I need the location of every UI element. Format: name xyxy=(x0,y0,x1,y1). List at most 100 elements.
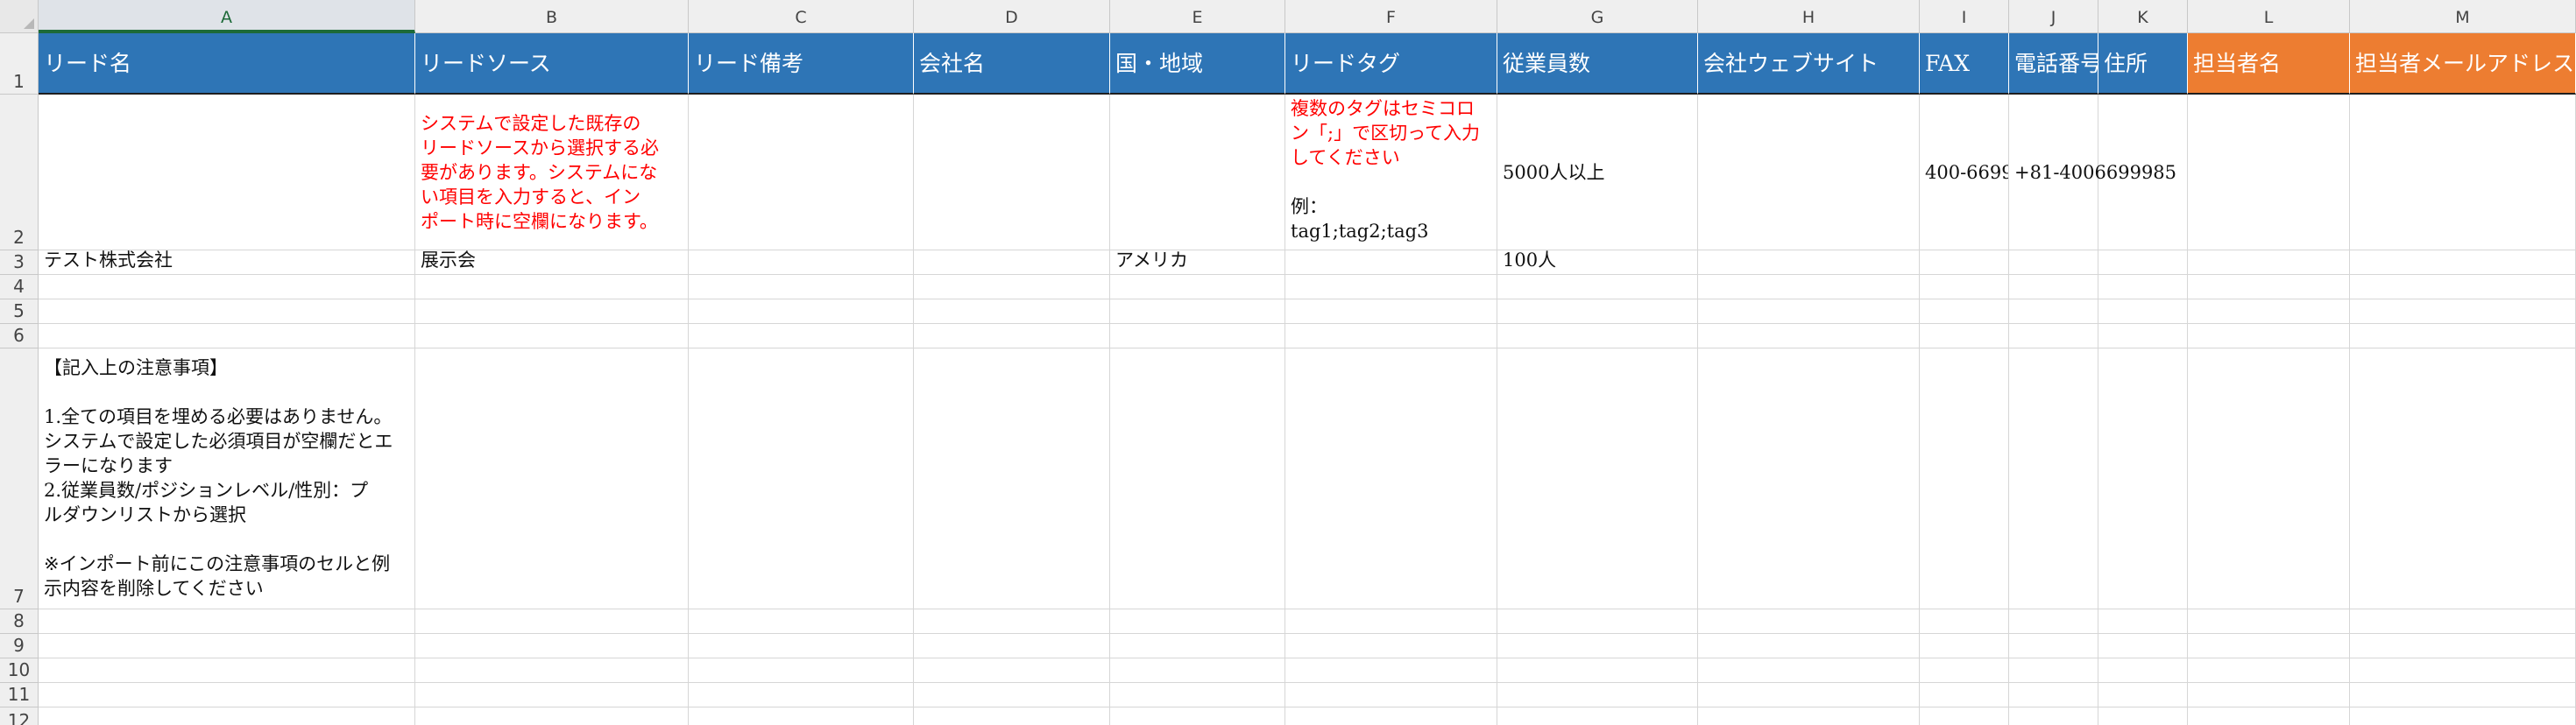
cell-h4[interactable] xyxy=(1698,275,1920,299)
cell-h12[interactable] xyxy=(1698,707,1920,725)
cell-e7[interactable] xyxy=(1110,348,1285,609)
row-header-6[interactable]: 6 xyxy=(0,324,39,348)
cell-a5[interactable] xyxy=(39,299,415,324)
cell-i6[interactable] xyxy=(1920,324,2009,348)
cell-k12[interactable] xyxy=(2098,707,2188,725)
cell-l3[interactable] xyxy=(2188,250,2350,275)
cell-c9[interactable] xyxy=(689,634,914,658)
cell-i10[interactable] xyxy=(1920,658,2009,683)
column-header-b[interactable]: B xyxy=(415,0,689,33)
header-cell-b[interactable]: リードソース xyxy=(415,33,689,95)
column-header-j[interactable]: J xyxy=(2009,0,2098,33)
cell-l2[interactable] xyxy=(2188,95,2350,250)
cell-m6[interactable] xyxy=(2350,324,2576,348)
cell-a10[interactable] xyxy=(39,658,415,683)
cell-b12[interactable] xyxy=(415,707,689,725)
cell-h10[interactable] xyxy=(1698,658,1920,683)
cell-f5[interactable] xyxy=(1285,299,1497,324)
cell-b11[interactable] xyxy=(415,683,689,707)
cell-l4[interactable] xyxy=(2188,275,2350,299)
cell-a12[interactable] xyxy=(39,707,415,725)
header-cell-c[interactable]: リード備考 xyxy=(689,33,914,95)
cell-f10[interactable] xyxy=(1285,658,1497,683)
cell-g8[interactable] xyxy=(1497,609,1698,634)
cell-i11[interactable] xyxy=(1920,683,2009,707)
cell-c6[interactable] xyxy=(689,324,914,348)
cell-e11[interactable] xyxy=(1110,683,1285,707)
column-header-i[interactable]: I xyxy=(1920,0,2009,33)
header-cell-i[interactable]: FAX xyxy=(1920,33,2009,95)
row-header-7[interactable]: 7 xyxy=(0,348,39,609)
cell-m2[interactable] xyxy=(2350,95,2576,250)
cell-d5[interactable] xyxy=(914,299,1110,324)
cell-m3[interactable] xyxy=(2350,250,2576,275)
cell-l8[interactable] xyxy=(2188,609,2350,634)
cell-e8[interactable] xyxy=(1110,609,1285,634)
cell-a8[interactable] xyxy=(39,609,415,634)
cell-h2[interactable] xyxy=(1698,95,1920,250)
cell-k11[interactable] xyxy=(2098,683,2188,707)
cell-i12[interactable] xyxy=(1920,707,2009,725)
cell-b5[interactable] xyxy=(415,299,689,324)
column-header-f[interactable]: F xyxy=(1285,0,1497,33)
cell-e12[interactable] xyxy=(1110,707,1285,725)
cell-h7[interactable] xyxy=(1698,348,1920,609)
cell-k10[interactable] xyxy=(2098,658,2188,683)
cell-a2[interactable] xyxy=(39,95,415,250)
import-notes-cell[interactable]: 【記入上の注意事項】 1.全ての項目を埋める必要はありません。 システムで設定し… xyxy=(39,348,415,609)
cell-b6[interactable] xyxy=(415,324,689,348)
cell-e4[interactable] xyxy=(1110,275,1285,299)
lead-tag-example-cell[interactable]: 複数のタグはセミコロ ン「;」で区切って入力 してください 例： tag1;tag… xyxy=(1285,95,1497,250)
header-cell-d[interactable]: 会社名 xyxy=(914,33,1110,95)
cell-c2[interactable] xyxy=(689,95,914,250)
cell-c12[interactable] xyxy=(689,707,914,725)
cell-h5[interactable] xyxy=(1698,299,1920,324)
column-header-m[interactable]: M xyxy=(2350,0,2576,33)
cell-c10[interactable] xyxy=(689,658,914,683)
header-cell-h[interactable]: 会社ウェブサイト xyxy=(1698,33,1920,95)
cell-l9[interactable] xyxy=(2188,634,2350,658)
lead-source-example-cell[interactable]: システムで設定した既存の リードソースから選択する必 要があります。システムにな… xyxy=(415,95,689,250)
header-cell-g[interactable]: 従業員数 xyxy=(1497,33,1698,95)
cell-m11[interactable] xyxy=(2350,683,2576,707)
column-header-e[interactable]: E xyxy=(1110,0,1285,33)
cell-l12[interactable] xyxy=(2188,707,2350,725)
cell-m4[interactable] xyxy=(2350,275,2576,299)
cell-j12[interactable] xyxy=(2009,707,2098,725)
column-header-c[interactable]: C xyxy=(689,0,914,33)
row-header-10[interactable]: 10 xyxy=(0,658,39,683)
cell-b4[interactable] xyxy=(415,275,689,299)
cell-d11[interactable] xyxy=(914,683,1110,707)
row-header-4[interactable]: 4 xyxy=(0,275,39,299)
cell-d9[interactable] xyxy=(914,634,1110,658)
header-cell-l[interactable]: 担当者名 xyxy=(2188,33,2350,95)
cell-b10[interactable] xyxy=(415,658,689,683)
cell-b7[interactable] xyxy=(415,348,689,609)
cell-m5[interactable] xyxy=(2350,299,2576,324)
row-header-12[interactable]: 12 xyxy=(0,707,39,725)
cell-f11[interactable] xyxy=(1285,683,1497,707)
cell-b3[interactable]: 展示会 xyxy=(415,250,689,275)
cell-e10[interactable] xyxy=(1110,658,1285,683)
cell-c5[interactable] xyxy=(689,299,914,324)
cell-k5[interactable] xyxy=(2098,299,2188,324)
column-header-g[interactable]: G xyxy=(1497,0,1698,33)
cell-k6[interactable] xyxy=(2098,324,2188,348)
cell-k3[interactable] xyxy=(2098,250,2188,275)
cell-i7[interactable] xyxy=(1920,348,2009,609)
column-header-l[interactable]: L xyxy=(2188,0,2350,33)
cell-d2[interactable] xyxy=(914,95,1110,250)
cell-f7[interactable] xyxy=(1285,348,1497,609)
cell-g11[interactable] xyxy=(1497,683,1698,707)
cell-i8[interactable] xyxy=(1920,609,2009,634)
cell-d10[interactable] xyxy=(914,658,1110,683)
cell-g12[interactable] xyxy=(1497,707,1698,725)
cell-e3[interactable]: アメリカ xyxy=(1110,250,1285,275)
cell-g4[interactable] xyxy=(1497,275,1698,299)
cell-d7[interactable] xyxy=(914,348,1110,609)
cell-g9[interactable] xyxy=(1497,634,1698,658)
cell-d4[interactable] xyxy=(914,275,1110,299)
row-header-9[interactable]: 9 xyxy=(0,634,39,658)
cell-a3[interactable]: テスト株式会社 xyxy=(39,250,415,275)
cell-h3[interactable] xyxy=(1698,250,1920,275)
